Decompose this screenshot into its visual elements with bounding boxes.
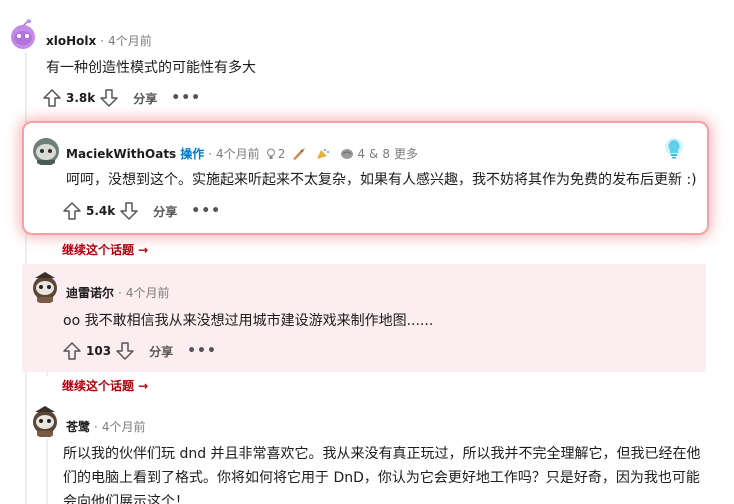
avatar[interactable]	[30, 404, 60, 438]
author-name[interactable]: 苍鹭	[66, 418, 90, 435]
continue-thread-link[interactable]: 继续这个话题 →	[62, 377, 148, 394]
timestamp[interactable]: 4个月前	[108, 32, 152, 49]
snoo-avatar-icon	[33, 406, 57, 437]
avatar[interactable]	[30, 270, 60, 304]
downvote-icon[interactable]	[115, 341, 135, 361]
avatar[interactable]	[31, 134, 61, 166]
lightbulb-icon[interactable]	[663, 137, 685, 161]
comment-body-line: 所以我的伙伴们玩 dnd 并且非常喜欢它。我从来没有真正玩过，所以我并不完全理解…	[63, 446, 701, 462]
party-award-icon	[317, 148, 330, 159]
rocket-award-icon	[293, 147, 306, 160]
award-count: 2	[277, 146, 286, 161]
award-party[interactable]	[315, 147, 333, 161]
award-lightbulb[interactable]: 2	[266, 146, 286, 161]
comment-body: 所以我的伙伴们玩 dnd 并且非常喜欢它。我从来没有真正玩过，所以我并不完全理解…	[63, 442, 723, 504]
award-total: 8	[382, 146, 390, 161]
timestamp[interactable]: 4个月前	[216, 145, 260, 162]
comment-header: MaciekWithOats 操作 · 4个月前 2 4 & 8 更多	[66, 145, 418, 162]
comment-body-line: 会向他们展示这个！	[63, 494, 189, 504]
downvote-icon[interactable]	[99, 88, 119, 108]
comment-body: oo 我不敢相信我从来没想过用城市建设游戏来制作地图......	[63, 313, 434, 329]
author-name[interactable]: MaciekWithOats	[66, 147, 176, 161]
comment-actions: 5.4k 分享 •••	[62, 201, 221, 221]
comment-actions: 103 分享 •••	[62, 341, 217, 361]
timestamp[interactable]: 4个月前	[126, 284, 170, 301]
award-count: 4	[357, 146, 365, 161]
snoo-avatar-icon	[33, 272, 57, 303]
bulb-award-icon	[266, 148, 275, 159]
separator-amp: &	[368, 146, 379, 161]
continue-thread-link[interactable]: 继续这个话题 →	[62, 241, 148, 258]
more-icon[interactable]: •••	[191, 203, 221, 219]
comment-header: 苍鹭 · 4个月前	[66, 418, 145, 435]
upvote-icon[interactable]	[42, 88, 62, 108]
awards-more-link[interactable]: 更多	[394, 145, 418, 162]
timestamp[interactable]: 4个月前	[102, 418, 146, 435]
downvote-icon[interactable]	[119, 201, 139, 221]
snoo-avatar-icon	[11, 18, 35, 49]
comment-body: 呵呵，没想到这个。实施起来听起来不太复杂，如果有人感兴趣，我不妨将其作为免费的发…	[66, 172, 697, 188]
avatar[interactable]	[8, 18, 38, 50]
vote-score: 5.4k	[86, 204, 116, 218]
separator-dot: ·	[208, 146, 213, 161]
separator-dot: ·	[100, 33, 105, 48]
more-icon[interactable]: •••	[171, 90, 201, 106]
brain-award-icon	[341, 148, 354, 159]
more-icon[interactable]: •••	[187, 343, 217, 359]
comment-actions: 3.8k 分享 •••	[42, 88, 201, 108]
upvote-icon[interactable]	[62, 201, 82, 221]
snoo-avatar-icon	[33, 138, 59, 165]
separator-dot: ·	[94, 419, 98, 434]
comment-header: 迪雷诺尔 · 4个月前	[66, 284, 169, 301]
share-button[interactable]: 分享	[149, 343, 173, 360]
op-badge: 操作	[180, 147, 205, 161]
comment-body-line: 们的电脑上看到了格式。你将如何将它用于 DnD，你认为它会更好地工作吗？只是好奇…	[63, 470, 700, 486]
upvote-icon[interactable]	[62, 341, 82, 361]
share-button[interactable]: 分享	[153, 203, 177, 220]
award-brain[interactable]: 4	[339, 147, 365, 161]
vote-score: 103	[86, 344, 112, 358]
comment-header: xloHolx · 4个月前	[46, 32, 152, 49]
vote-score: 3.8k	[66, 91, 96, 105]
comment-body: 有一种创造性模式的可能性有多大	[46, 60, 256, 76]
separator-dot: ·	[118, 285, 122, 300]
author-name[interactable]: 迪雷诺尔	[66, 284, 114, 301]
thread-line-child-2[interactable]	[46, 438, 48, 504]
author-name[interactable]: xloHolx	[46, 34, 96, 48]
share-button[interactable]: 分享	[133, 90, 157, 107]
award-rocket[interactable]	[291, 147, 309, 161]
